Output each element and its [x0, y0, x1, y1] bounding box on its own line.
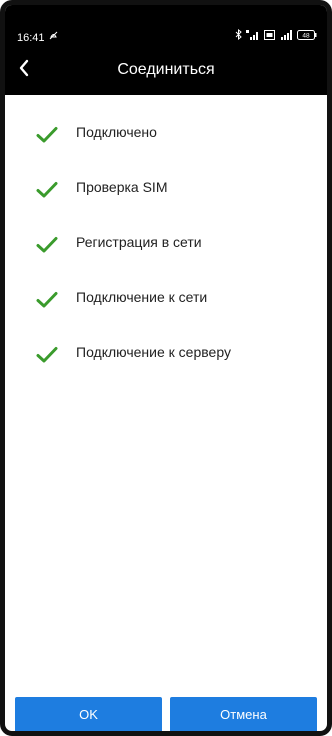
step-item-network-registration: Регистрация в сети: [5, 219, 327, 274]
status-bar: 16:41 48: [5, 5, 327, 44]
step-label: Подключено: [76, 124, 157, 140]
status-icons: 48: [235, 29, 317, 40]
bluetooth-icon: [235, 29, 242, 40]
check-icon: [35, 288, 59, 312]
step-item-server-connection: Подключение к серверу: [5, 329, 327, 384]
page-title: Соединиться: [117, 61, 215, 78]
status-time: 16:41: [17, 31, 45, 44]
step-item-network-connection: Подключение к сети: [5, 274, 327, 329]
cancel-button[interactable]: Отмена: [170, 697, 317, 731]
step-label: Подключение к серверу: [76, 344, 231, 360]
check-icon: [35, 343, 59, 367]
check-icon: [35, 233, 59, 257]
battery-level: 48: [302, 32, 310, 39]
signal-sim2-icon: [279, 29, 293, 40]
status-time-group: 16:41: [17, 31, 59, 44]
app-header: 16:41 48 Соединиться: [5, 5, 327, 95]
ok-button[interactable]: OK: [15, 697, 162, 731]
mute-icon: [48, 31, 59, 44]
volte-icon: [264, 29, 275, 40]
check-icon: [35, 178, 59, 202]
title-bar: Соединиться: [5, 53, 327, 89]
connection-steps-list: Подключено Проверка SIM Регистрация в се…: [5, 109, 327, 384]
check-icon: [35, 123, 59, 147]
signal-sim1-icon: [246, 29, 260, 40]
step-label: Регистрация в сети: [76, 234, 202, 250]
battery-icon: 48: [297, 29, 317, 40]
step-label: Подключение к сети: [76, 289, 208, 305]
step-item-sim-check: Проверка SIM: [5, 164, 327, 219]
step-label: Проверка SIM: [76, 179, 168, 195]
action-buttons: OK Отмена: [15, 697, 317, 731]
phone-screen: 16:41 48 Соединиться Подключено Проверка…: [0, 0, 332, 736]
step-item-connected: Подключено: [5, 109, 327, 164]
